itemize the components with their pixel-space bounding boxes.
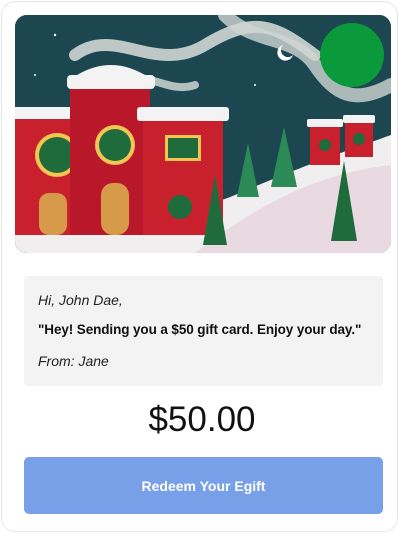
egift-card: Hi, John Dae, "Hey! Sending you a $50 gi… — [1, 1, 398, 532]
brand-badge-icon — [320, 23, 384, 87]
greeting-text: Hi, John Dae, — [38, 292, 123, 308]
gift-amount: $50.00 — [148, 400, 256, 439]
redeem-egift-button[interactable]: Redeem Your Egift — [24, 457, 383, 514]
gift-message-text: "Hey! Sending you a $50 gift card. Enjoy… — [38, 322, 362, 337]
sender-text: From: Jane — [38, 353, 109, 369]
gift-message-box: Hi, John Dae, "Hey! Sending you a $50 gi… — [24, 276, 383, 386]
